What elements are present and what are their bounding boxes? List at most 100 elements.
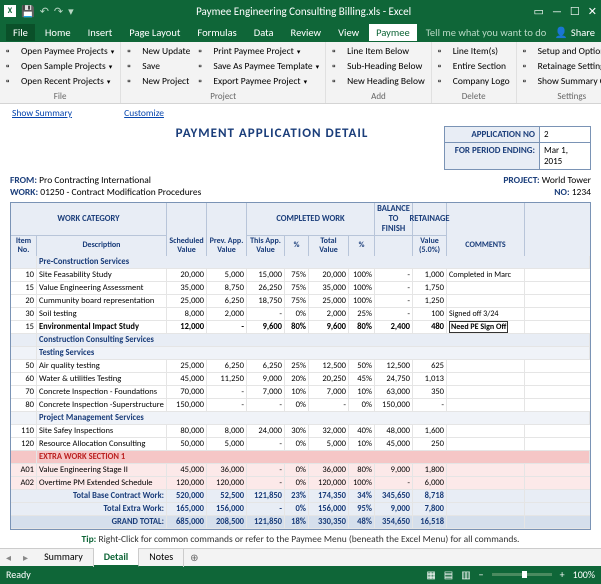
close-icon[interactable]: ✕: [588, 5, 597, 18]
new-update-button[interactable]: ▫New Update: [125, 44, 192, 58]
company-logo-button[interactable]: ▫Company Logo: [436, 74, 512, 88]
redo-icon[interactable]: ↷: [54, 5, 63, 18]
tip-text: Tip: Right-Click for common commands or …: [10, 533, 591, 545]
table-row[interactable]: 20Cummunity board representation25,0006,…: [11, 295, 590, 308]
cmd-icon: ▫: [332, 75, 344, 87]
table-row[interactable]: 80Concrete Inspection -Superstructure150…: [11, 399, 590, 412]
table-row[interactable]: Pre-Construction Services: [11, 256, 590, 269]
cmd-icon: ▫: [332, 45, 344, 57]
sheet-tab-detail[interactable]: Detail: [94, 548, 140, 567]
table-row[interactable]: A01Value Engineering Stage II45,00036,00…: [11, 464, 590, 477]
line-item-s--button[interactable]: ▫Line Item(s): [436, 44, 512, 58]
menu-view[interactable]: View: [331, 24, 366, 41]
print-paymee-project-button[interactable]: ▫Print Paymee Project▾: [196, 44, 321, 58]
zoom-slider[interactable]: [492, 573, 552, 576]
save-icon[interactable]: 💾: [21, 5, 35, 18]
cmd-icon: ▫: [332, 60, 344, 72]
cmd-icon: ▫: [438, 75, 450, 87]
total-row: GRAND TOTAL:685,000208,500121,85018%330,…: [11, 516, 590, 529]
view-break-icon[interactable]: ▥: [461, 568, 470, 581]
save-as-paymee-template-button[interactable]: ▫Save As Paymee Template▾: [196, 59, 321, 73]
undo-icon[interactable]: ↶: [40, 5, 49, 18]
table-row[interactable]: A02Overtime PM Extended Schedule120,0001…: [11, 477, 590, 490]
zoom-out-icon[interactable]: −: [479, 568, 484, 581]
table-row[interactable]: EXTRA WORK SECTION 1: [11, 451, 590, 464]
cmd-icon: ▫: [127, 60, 139, 72]
cmd-icon: ▫: [523, 75, 535, 87]
table-row[interactable]: 15Value Engineering Assessment35,0008,75…: [11, 282, 590, 295]
total-row: Total Base Contract Work:520,00052,50012…: [11, 490, 590, 503]
tell-me[interactable]: Tell me what you want to do: [426, 26, 547, 39]
application-box: APPLICATION NO2 FOR PERIOD ENDING:Mar 1,…: [444, 126, 591, 170]
add-sheet-button[interactable]: ⊕: [184, 549, 204, 566]
setup-and-options-button[interactable]: ▫Setup and Options: [521, 44, 601, 58]
ribbon: ▫Open Paymee Projects▾▫Open Sample Proje…: [0, 42, 601, 104]
table-row[interactable]: 30Soil testing8,0002,000-0%2,00025%-100S…: [11, 308, 590, 321]
new-project-button[interactable]: ▫New Project: [125, 74, 192, 88]
page-title: PAYMENT APPLICATION DETAIL: [100, 126, 444, 141]
zoom-in-icon[interactable]: +: [560, 568, 565, 581]
statusbar: Ready ▦ ▤ ▥ − + 100%: [0, 566, 601, 584]
share-button[interactable]: 👤 Share: [555, 26, 595, 39]
total-row: Total Extra Work:165,000156,000-0%156,00…: [11, 503, 590, 516]
table-row[interactable]: 120Resource Allocation Consulting50,0005…: [11, 438, 590, 451]
cmd-icon: ▫: [6, 45, 18, 57]
menu-formulas[interactable]: Formulas: [190, 24, 243, 41]
cmd-icon: ▫: [198, 45, 210, 57]
open-sample-projects-button[interactable]: ▫Open Sample Projects▾: [4, 59, 116, 73]
sheet-tabs: ◂ ▸ SummaryDetailNotes ⊕: [0, 548, 601, 566]
sheet-tab-summary[interactable]: Summary: [34, 548, 94, 567]
menubar: FileHomeInsertPage LayoutFormulasDataRev…: [0, 22, 601, 42]
table-row[interactable]: Project Management Services: [11, 412, 590, 425]
zoom-level[interactable]: 100%: [573, 568, 595, 581]
chevron-down-icon: ▾: [297, 47, 301, 56]
cmd-icon: ▫: [198, 75, 210, 87]
cmd-icon: ▫: [438, 45, 450, 57]
cmd-icon: ▫: [198, 60, 210, 72]
menu-page-layout[interactable]: Page Layout: [122, 24, 187, 41]
open-paymee-projects-button[interactable]: ▫Open Paymee Projects▾: [4, 44, 116, 58]
show-summary-chart-button[interactable]: ▫Show Summary Chart: [521, 74, 601, 88]
new-heading-below-button[interactable]: ▫New Heading Below: [330, 74, 427, 88]
document: PAYMENT APPLICATION DETAIL APPLICATION N…: [0, 126, 601, 545]
table-row[interactable]: Construction Consulting Services: [11, 334, 590, 347]
menu-home[interactable]: Home: [38, 24, 78, 41]
sub-heading-below-button[interactable]: ▫Sub-Heading Below: [330, 59, 427, 73]
view-normal-icon[interactable]: ▦: [426, 568, 435, 581]
table-row[interactable]: 110Site Safey Inspections80,0008,00024,0…: [11, 425, 590, 438]
table-row[interactable]: 70Concrete Inspection - Foundations70,00…: [11, 386, 590, 399]
cmd-icon: ▫: [6, 60, 18, 72]
table-row[interactable]: 60Water & utilities Testing45,00011,2509…: [11, 373, 590, 386]
export-paymee-project-button[interactable]: ▫Export Paymee Project▾: [196, 74, 321, 88]
minimize-icon[interactable]: —: [552, 5, 562, 18]
table-row[interactable]: 50Air quality testing25,0006,2506,25025%…: [11, 360, 590, 373]
cmd-icon: ▫: [438, 60, 450, 72]
ribbon-options-icon[interactable]: ▭: [534, 5, 544, 18]
sheet-nav-next[interactable]: ▸: [17, 551, 34, 564]
maximize-icon[interactable]: ☐: [570, 5, 580, 18]
save-button[interactable]: ▫Save: [125, 59, 192, 73]
menu-data[interactable]: Data: [247, 24, 281, 41]
retainage-settings-button[interactable]: ▫Retainage Settings: [521, 59, 601, 73]
menu-review[interactable]: Review: [284, 24, 329, 41]
table-row[interactable]: 10Site Feasability Study20,0005,00015,00…: [11, 269, 590, 282]
open-recent-projects-button[interactable]: ▫Open Recent Projects▾: [4, 74, 116, 88]
table-row[interactable]: 15Environmental Impact Study12,000-9,600…: [11, 321, 590, 334]
sheet-tab-notes[interactable]: Notes: [139, 548, 184, 567]
status-ready: Ready: [6, 568, 31, 581]
cmd-icon: ▫: [6, 75, 18, 87]
view-layout-icon[interactable]: ▤: [444, 568, 453, 581]
table-row[interactable]: Testing Services: [11, 347, 590, 360]
cmd-icon: ▫: [127, 45, 139, 57]
menu-insert[interactable]: Insert: [81, 24, 120, 41]
entire-section-button[interactable]: ▫Entire Section: [436, 59, 512, 73]
show-summary-link[interactable]: Show Summary: [12, 107, 72, 119]
chevron-down-icon: ▾: [107, 77, 111, 86]
line-item-below-button[interactable]: ▫Line Item Below: [330, 44, 427, 58]
sheet-nav-prev[interactable]: ◂: [0, 551, 17, 564]
menu-paymee[interactable]: Paymee: [369, 24, 417, 41]
linkbar: Show Summary Customize: [0, 104, 601, 122]
customize-link[interactable]: Customize: [124, 107, 164, 119]
data-grid[interactable]: WORK CATEGORY COMPLETED WORK BALANCE TO …: [10, 202, 591, 530]
menu-file[interactable]: File: [6, 24, 35, 41]
